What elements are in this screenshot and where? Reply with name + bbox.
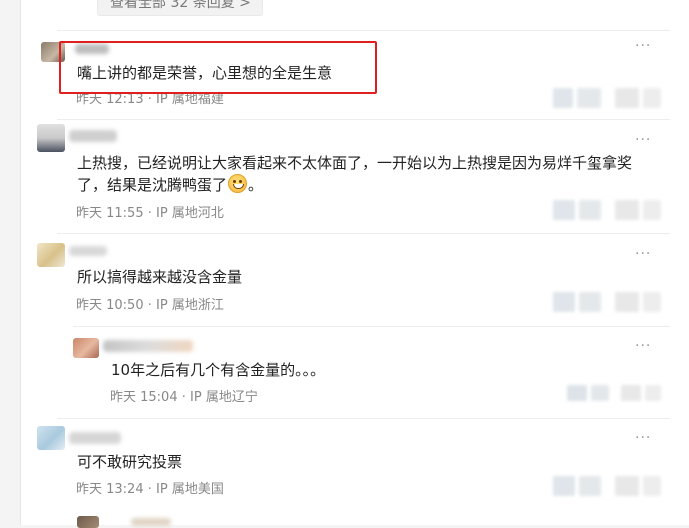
- comment-text-part: 了，结果是沈腾鸭蛋了: [77, 176, 228, 194]
- reply-area-blurred[interactable]: [643, 200, 661, 220]
- like-area-blurred[interactable]: [553, 88, 573, 108]
- divider: [57, 30, 670, 31]
- meta-dot: ·: [147, 298, 157, 313]
- nickname-blurred[interactable]: [69, 432, 121, 444]
- avatar[interactable]: [37, 124, 65, 152]
- like-area-blurred[interactable]: [579, 292, 601, 312]
- view-all-replies-button[interactable]: 查看全部 32 条回复 >: [97, 0, 263, 16]
- grinning-face-emoji-icon: [228, 174, 248, 193]
- like-area-blurred[interactable]: [567, 385, 587, 401]
- comment-time: 昨天 11:55: [76, 206, 144, 221]
- nickname-blurred[interactable]: [69, 130, 117, 142]
- divider: [73, 326, 670, 327]
- like-area-blurred[interactable]: [553, 200, 575, 220]
- reply-area-blurred[interactable]: [621, 385, 641, 401]
- comment-time: 昨天 10:50: [76, 298, 144, 313]
- comment-location: IP 属地河北: [156, 206, 224, 221]
- like-area-blurred[interactable]: [577, 88, 601, 108]
- comment-text: 所以搞得越来越没含金量: [77, 268, 243, 286]
- comment-panel: 查看全部 32 条回复 > 嘴上讲的都是荣誉，心里想的全是生意 昨天 12:13…: [20, 0, 689, 528]
- divider: [57, 418, 670, 419]
- comment-text-line2: 了，结果是沈腾鸭蛋了 。: [77, 174, 263, 196]
- comment-time: 昨天 12:13: [76, 92, 144, 107]
- reply-area-blurred[interactable]: [643, 476, 661, 496]
- reply-area-blurred[interactable]: [643, 292, 661, 312]
- comment-location: IP 属地浙江: [156, 298, 224, 313]
- avatar[interactable]: [37, 426, 65, 450]
- meta-dot: ·: [147, 482, 157, 497]
- red-highlight-box: [59, 41, 377, 94]
- avatar[interactable]: [77, 516, 99, 528]
- avatar[interactable]: [37, 243, 65, 267]
- comment-text-tail: 。: [248, 176, 264, 194]
- nickname-blurred[interactable]: [69, 246, 107, 256]
- reply-area-blurred[interactable]: [615, 476, 639, 496]
- meta-dot: ·: [147, 92, 157, 107]
- like-area-blurred[interactable]: [553, 292, 575, 312]
- divider: [57, 233, 670, 234]
- more-dots-icon[interactable]: ···: [635, 246, 651, 262]
- more-dots-icon[interactable]: ···: [635, 430, 651, 446]
- avatar[interactable]: [73, 338, 99, 358]
- comment-meta: 昨天 10:50 · IP 属地浙江: [76, 294, 224, 313]
- more-dots-icon[interactable]: ···: [635, 132, 651, 148]
- like-area-blurred[interactable]: [553, 476, 575, 496]
- meta-dot: ·: [181, 390, 191, 405]
- meta-dot: ·: [147, 206, 157, 221]
- reply-area-blurred[interactable]: [645, 385, 661, 401]
- reply-location: IP 属地辽宁: [190, 390, 258, 405]
- reply-text: 10年之后有几个有含金量的。。。: [111, 361, 326, 379]
- reply-meta: 昨天 15:04 · IP 属地辽宁: [110, 386, 258, 405]
- comment-location: IP 属地美国: [156, 482, 224, 497]
- comment-location: IP 属地福建: [156, 92, 224, 107]
- divider: [57, 119, 670, 120]
- reply-area-blurred[interactable]: [643, 88, 661, 108]
- reply-area-blurred[interactable]: [615, 88, 639, 108]
- like-area-blurred[interactable]: [591, 385, 609, 401]
- nickname-blurred[interactable]: [103, 340, 193, 352]
- comment-meta: 昨天 13:24 · IP 属地美国: [76, 478, 224, 497]
- more-dots-icon[interactable]: ···: [635, 338, 651, 354]
- like-area-blurred[interactable]: [579, 476, 601, 496]
- reply-area-blurred[interactable]: [615, 292, 639, 312]
- reply-area-blurred[interactable]: [615, 200, 639, 220]
- like-area-blurred[interactable]: [579, 200, 601, 220]
- reply-time: 昨天 15:04: [110, 390, 178, 405]
- more-dots-icon[interactable]: ···: [635, 38, 651, 54]
- comment-text-line1: 上热搜，已经说明让大家看起来不太体面了，一开始以为上热搜是因为易烊千玺拿奖: [77, 154, 633, 172]
- comment-time: 昨天 13:24: [76, 482, 144, 497]
- comment-meta: 昨天 11:55 · IP 属地河北: [76, 202, 224, 221]
- comment-text: 可不敢研究投票: [77, 453, 183, 471]
